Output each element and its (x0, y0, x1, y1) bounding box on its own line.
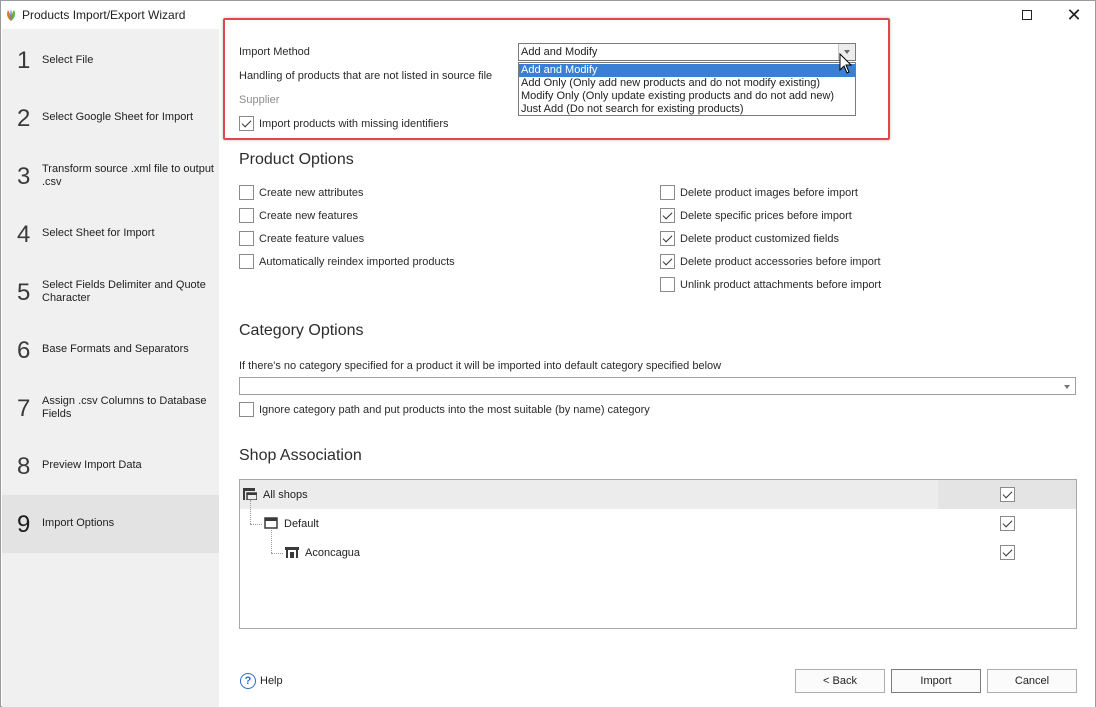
delete-images-checkbox[interactable] (660, 185, 675, 200)
shop-icon (285, 547, 299, 558)
dropdown-option-just-add[interactable]: Just Add (Do not search for existing pro… (519, 103, 855, 116)
back-button[interactable]: < Back (795, 669, 885, 693)
reindex-products-label: Automatically reindex imported products (259, 256, 455, 268)
tree-row-aconcagua[interactable]: Aconcagua (240, 538, 1076, 567)
create-features-checkbox[interactable] (239, 208, 254, 223)
step-label: Select File (42, 54, 94, 66)
create-features-label: Create new features (259, 210, 359, 222)
delete-customized-fields-label: Delete product customized fields (680, 233, 839, 245)
delete-customized-fields-checkbox[interactable] (660, 231, 675, 246)
import-method-label: Import Method (239, 46, 310, 58)
delete-accessories-label: Delete product accessories before import (680, 256, 881, 268)
step-number: 8 (17, 453, 31, 480)
create-feature-values-label: Create feature values (259, 233, 365, 245)
import-button[interactable]: Import (891, 669, 981, 693)
shop-association-tree: All shops Default Aconcagua (239, 479, 1077, 629)
leaf-logo-icon (7, 9, 15, 21)
step-delimiter[interactable]: 5 Select Fields Delimiter and Quote Char… (2, 263, 219, 321)
step-transform-xml[interactable]: 3 Transform source .xml file to output .… (2, 147, 219, 205)
ignore-category-path-checkbox[interactable] (239, 402, 254, 417)
step-label: Select Sheet for Import (42, 227, 155, 239)
maximize-button[interactable] (1004, 3, 1050, 27)
step-number: 7 (17, 395, 31, 422)
window-title: Products Import/Export Wizard (22, 8, 186, 22)
dropdown-option-add-only[interactable]: Add Only (Only add new products and do n… (519, 77, 855, 90)
step-number: 6 (17, 337, 31, 364)
step-label: Base Formats and Separators (42, 343, 189, 355)
default-shop-checkbox[interactable] (1000, 516, 1015, 531)
step-assign-columns[interactable]: 7 Assign .csv Columns to Database Fields (2, 379, 219, 437)
default-category-select[interactable] (239, 377, 1076, 395)
step-label: Assign .csv Columns to Database Fields (42, 395, 207, 420)
delete-specific-prices-checkbox[interactable] (660, 208, 675, 223)
unlink-attachments-label: Unlink product attachments before import (680, 279, 882, 291)
help-link[interactable]: Help (260, 675, 283, 687)
shop-group-icon (243, 488, 257, 500)
create-attributes-checkbox[interactable] (239, 185, 254, 200)
step-number: 3 (17, 163, 31, 190)
step-select-file[interactable]: 1 Select File (2, 31, 219, 89)
default-category-description: If there's no category specified for a p… (239, 360, 722, 372)
step-label: Import Options (42, 517, 115, 529)
handling-label: Handling of products that are not listed… (239, 70, 493, 82)
delete-specific-prices-label: Delete specific prices before import (680, 210, 852, 222)
step-base-formats[interactable]: 6 Base Formats and Separators (2, 321, 219, 379)
step-select-sheet[interactable]: 4 Select Sheet for Import (2, 205, 219, 263)
missing-identifiers-checkbox[interactable] (239, 116, 254, 131)
import-method-dropdown-list: Add and Modify Add Only (Only add new pr… (518, 62, 856, 116)
step-label: Transform source .xml file to output .cs… (42, 163, 214, 188)
tree-label-aconcagua: Aconcagua (305, 547, 361, 559)
aconcagua-shop-checkbox[interactable] (1000, 545, 1015, 560)
step-number: 5 (17, 279, 31, 306)
chevron-down-icon[interactable] (1064, 385, 1070, 389)
step-label: Select Google Sheet for Import (42, 111, 194, 123)
mouse-cursor-icon (839, 53, 853, 74)
import-method-value: Add and Modify (521, 46, 598, 58)
step-preview[interactable]: 8 Preview Import Data (2, 437, 219, 495)
step-number: 4 (17, 221, 31, 248)
delete-accessories-checkbox[interactable] (660, 254, 675, 269)
missing-identifiers-label: Import products with missing identifiers (259, 118, 449, 130)
ignore-category-path-label: Ignore category path and put products in… (259, 404, 650, 416)
step-select-google-sheet[interactable]: 2 Select Google Sheet for Import (2, 89, 219, 147)
wizard-steps-panel: 1 Select File 2 Select Google Sheet for … (2, 29, 219, 707)
supplier-label: Supplier (239, 94, 280, 106)
shop-window-icon (264, 517, 278, 529)
step-label: Preview Import Data (42, 459, 142, 471)
help-circle-icon[interactable]: ? (240, 673, 256, 689)
tree-row-default[interactable]: Default (240, 509, 1076, 538)
wizard-window: Products Import/Export Wizard ✕ 1 Select… (0, 0, 1096, 707)
cancel-button[interactable]: Cancel (987, 669, 1077, 693)
tree-label-all-shops: All shops (263, 489, 308, 501)
create-attributes-label: Create new attributes (259, 187, 364, 199)
dropdown-option-add-and-modify[interactable]: Add and Modify (519, 64, 855, 77)
maximize-icon (1022, 10, 1032, 20)
create-feature-values-checkbox[interactable] (239, 231, 254, 246)
category-options-heading: Category Options (239, 322, 364, 339)
delete-images-label: Delete product images before import (680, 187, 858, 199)
close-button[interactable]: ✕ (1051, 3, 1096, 27)
dropdown-option-modify-only[interactable]: Modify Only (Only update existing produc… (519, 90, 855, 103)
reindex-products-checkbox[interactable] (239, 254, 254, 269)
step-number: 9 (17, 511, 31, 538)
step-import-options[interactable]: 9 Import Options (2, 495, 219, 553)
close-icon: ✕ (1066, 4, 1082, 25)
step-label: Select Fields Delimiter and Quote Charac… (42, 279, 206, 304)
step-number: 1 (17, 47, 31, 74)
unlink-attachments-checkbox[interactable] (660, 277, 675, 292)
shop-association-heading: Shop Association (239, 447, 362, 464)
step-number: 2 (17, 105, 31, 132)
tree-row-all-shops[interactable]: All shops (240, 480, 1076, 509)
tree-label-default: Default (284, 518, 319, 530)
product-options-heading: Product Options (239, 151, 354, 168)
all-shops-checkbox[interactable] (1000, 487, 1015, 502)
import-method-select[interactable]: Add and Modify (518, 43, 856, 61)
